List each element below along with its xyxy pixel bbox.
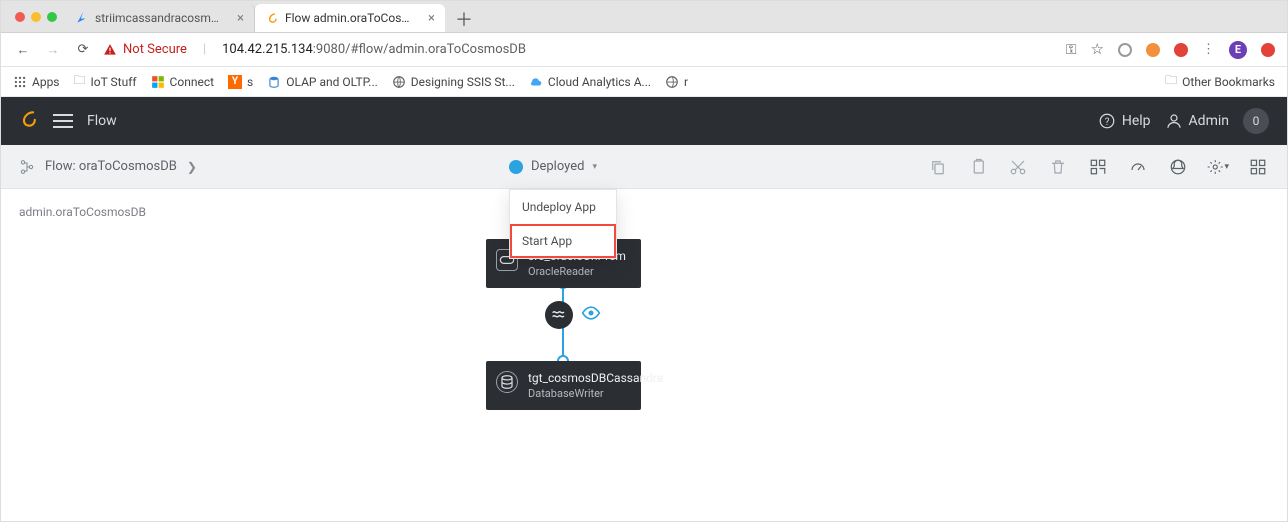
db-icon	[267, 75, 281, 89]
ext-icon[interactable]	[1118, 43, 1132, 57]
back-button[interactable]: ←	[13, 42, 33, 58]
ext-icon[interactable]	[1146, 43, 1160, 57]
ext-icon[interactable]	[1261, 43, 1275, 57]
bookmark-item[interactable]: r	[665, 75, 688, 89]
layout-button[interactable]	[1087, 156, 1109, 178]
menu-kebab[interactable]: ⋮	[1202, 42, 1215, 57]
breadcrumb[interactable]: Flow: oraToCosmosDB ❯	[19, 159, 197, 175]
new-tab-button[interactable]: ＋	[445, 6, 483, 32]
node-title: tgt_cosmosDBCassandra	[528, 371, 629, 385]
minimize-icon[interactable]	[31, 12, 41, 22]
app-title: Flow	[87, 113, 117, 129]
address-bar: ← → ⟳ Not Secure | 104.42.215.134:9080/#…	[1, 33, 1287, 67]
profile-avatar[interactable]: E	[1229, 41, 1247, 59]
browser-tab[interactable]: striimcassandracosmos - Data ×	[65, 4, 255, 32]
node-subtitle: OracleReader	[528, 265, 629, 278]
flow-name: Flow: oraToCosmosDB	[45, 159, 177, 174]
alert-button[interactable]	[1167, 156, 1189, 178]
bookmark-item[interactable]: Cloud Analytics A...	[529, 75, 651, 89]
settings-button[interactable]: ▾	[1207, 156, 1229, 178]
striim-logo-icon[interactable]	[19, 108, 39, 134]
bookmark-item[interactable]: Connect	[151, 75, 214, 89]
menu-item-undeploy[interactable]: Undeploy App	[510, 190, 616, 224]
admin-button[interactable]: Admin	[1165, 112, 1229, 130]
copy-button[interactable]	[927, 156, 949, 178]
ms-icon	[151, 75, 165, 89]
star-icon[interactable]: ☆	[1091, 40, 1104, 58]
deploy-status[interactable]: Deployed ▾ Undeploy App Start App	[509, 159, 597, 174]
reload-button[interactable]: ⟳	[73, 42, 93, 57]
stream-node[interactable]	[545, 301, 601, 329]
chevron-down-icon: ▾	[592, 162, 597, 172]
gauge-button[interactable]	[1127, 156, 1149, 178]
delete-button[interactable]	[1047, 156, 1069, 178]
preview-eye-icon[interactable]	[581, 303, 601, 327]
bookmark-item[interactable]: 🗀IoT Stuff	[74, 71, 137, 92]
paste-button[interactable]	[967, 156, 989, 178]
node-subtitle: DatabaseWriter	[528, 387, 629, 400]
tab-close-icon[interactable]: ×	[428, 11, 435, 26]
app-top-bar: Flow ? Help Admin 0	[1, 97, 1287, 145]
cloud-icon	[529, 75, 543, 89]
warning-icon	[103, 43, 117, 57]
menu-item-start[interactable]: Start App	[510, 224, 616, 258]
bookmark-item[interactable]: Designing SSIS St...	[392, 75, 515, 89]
apps-button[interactable]: Apps	[13, 75, 60, 89]
globe-icon	[665, 75, 679, 89]
browser-tab-strip: striimcassandracosmos - Data × Flow admi…	[1, 1, 1287, 33]
bookmark-item[interactable]: OLAP and OLTP...	[267, 75, 378, 89]
url-text[interactable]: 104.42.215.134:9080/#flow/admin.oraToCos…	[222, 42, 526, 57]
sub-toolbar: Flow: oraToCosmosDB ❯ Deployed ▾ Undeplo…	[1, 145, 1287, 189]
azure-icon	[75, 11, 89, 25]
menu-button[interactable]	[53, 114, 73, 128]
svg-text:?: ?	[1105, 117, 1110, 128]
database-icon	[496, 371, 518, 393]
apps-icon	[13, 75, 27, 89]
tab-title: Flow admin.oraToCosmosDB	[285, 11, 416, 25]
key-icon[interactable]: ⚿	[1066, 42, 1077, 58]
security-status[interactable]: Not Secure	[103, 42, 187, 57]
ext-icon[interactable]	[1174, 43, 1188, 57]
help-button[interactable]: ? Help	[1098, 112, 1151, 130]
striim-icon	[265, 11, 279, 25]
cut-button[interactable]	[1007, 156, 1029, 178]
tab-close-icon[interactable]: ×	[237, 11, 244, 26]
other-bookmarks[interactable]: 🗀Other Bookmarks	[1165, 71, 1275, 92]
bookmarks-bar: Apps 🗀IoT Stuff Connect Ys OLAP and OLTP…	[1, 67, 1287, 97]
flow-canvas[interactable]: admin.oraToCosmosDB src_oracleOnPrem Ora…	[1, 189, 1287, 521]
node-target[interactable]: tgt_cosmosDBCassandra DatabaseWriter	[486, 361, 641, 410]
browser-tab[interactable]: Flow admin.oraToCosmosDB ×	[255, 4, 445, 32]
notification-count[interactable]: 0	[1243, 108, 1269, 134]
wave-icon	[545, 301, 573, 329]
yc-icon: Y	[228, 75, 242, 89]
folder-icon: 🗀	[1165, 71, 1177, 92]
user-icon	[1165, 112, 1183, 130]
status-dot-icon	[509, 160, 523, 174]
zoom-icon[interactable]	[47, 12, 57, 22]
bookmark-item[interactable]: Ys	[228, 75, 253, 89]
help-icon: ?	[1098, 112, 1116, 130]
close-icon[interactable]	[15, 12, 25, 22]
folder-icon: 🗀	[74, 71, 86, 92]
deploy-menu: Undeploy App Start App	[509, 189, 617, 259]
forward-button[interactable]: →	[43, 42, 63, 58]
grid-button[interactable]	[1247, 156, 1269, 178]
flow-tree-icon	[19, 159, 35, 175]
canvas-path: admin.oraToCosmosDB	[19, 205, 146, 219]
globe-icon	[392, 75, 406, 89]
chevron-right-icon: ❯	[187, 160, 197, 174]
window-controls	[7, 1, 65, 32]
tab-title: striimcassandracosmos - Data	[95, 11, 225, 25]
